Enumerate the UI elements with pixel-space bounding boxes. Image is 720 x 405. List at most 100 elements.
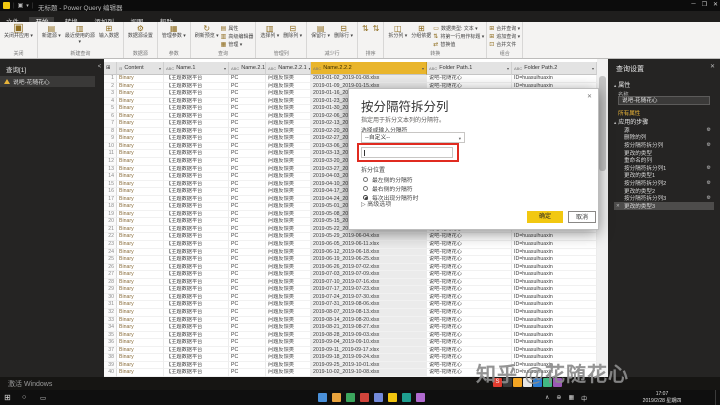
- cell-name221[interactable]: 问题反馈类: [266, 75, 311, 83]
- ribbon-button-advanced-editor[interactable]: ▥高级编辑器: [221, 32, 254, 40]
- cell-fp1[interactable]: 说吧-花随花心: [427, 347, 512, 355]
- cell-name1[interactable]: 【主题数据平台: [164, 233, 229, 241]
- cell-fp1[interactable]: 说吧-花随花心: [427, 279, 512, 287]
- gear-icon[interactable]: ⚙: [707, 165, 711, 171]
- table-corner-cell[interactable]: ⊞: [104, 62, 117, 75]
- cell-name21[interactable]: PC: [229, 324, 266, 332]
- search-icon[interactable]: ○: [22, 394, 26, 401]
- cell-content[interactable]: Binary: [117, 339, 164, 347]
- ribbon-button-choose-columns[interactable]: ▥选择列 ▾: [258, 23, 281, 41]
- cell-name21[interactable]: PC: [229, 233, 266, 241]
- cell-name221[interactable]: 问题反馈类: [266, 188, 311, 196]
- cell-name1[interactable]: 【主题数据平台: [164, 105, 229, 113]
- cell-name21[interactable]: PC: [229, 105, 266, 113]
- cell-name221[interactable]: 问题反馈类: [266, 226, 311, 234]
- cell-name1[interactable]: 【主题数据平台: [164, 241, 229, 249]
- cell-content[interactable]: Binary: [117, 249, 164, 257]
- ribbon-button-combine-files[interactable]: ⊡合并文件: [489, 40, 520, 48]
- cell-name222[interactable]: 2019-08-07_2019-08-13.xlsx: [311, 309, 427, 317]
- cell-name21[interactable]: PC: [229, 218, 266, 226]
- cell-name221[interactable]: 问题反馈类: [266, 264, 311, 272]
- cell-name221[interactable]: 问题反馈类: [266, 105, 311, 113]
- cell-name222[interactable]: 2019-09-11_2019-09-17.xlsx: [311, 347, 427, 355]
- cell-name21[interactable]: PC: [229, 317, 266, 325]
- cell-name21[interactable]: PC: [229, 143, 266, 151]
- cell-fp1[interactable]: 说吧-花随花心: [427, 271, 512, 279]
- cell-content[interactable]: Binary: [117, 286, 164, 294]
- cell-fp2[interactable]: ID=huasuihuaxin: [512, 309, 597, 317]
- cell-content[interactable]: Binary: [117, 128, 164, 136]
- cell-name21[interactable]: PC: [229, 90, 266, 98]
- column-header-fp2[interactable]: ABCFolder Path.2▾: [512, 62, 597, 75]
- cell-name222[interactable]: 2019-09-18_2019-09-24.xlsx: [311, 354, 427, 362]
- cell-name221[interactable]: 问题反馈类: [266, 135, 311, 143]
- filter-dropdown-icon[interactable]: ▾: [159, 66, 161, 71]
- cell-name1[interactable]: 【主题数据平台: [164, 339, 229, 347]
- cell-name21[interactable]: PC: [229, 196, 266, 204]
- cell-fp2[interactable]: ID=huasuihuaxin: [512, 264, 597, 272]
- cell-fp1[interactable]: 说吧-花随花心: [427, 286, 512, 294]
- cell-name221[interactable]: 问题反馈类: [266, 271, 311, 279]
- start-button[interactable]: ⊞: [4, 393, 11, 402]
- cell-name1[interactable]: 【主题数据平台: [164, 279, 229, 287]
- taskbar-clock[interactable]: 17:07 2019/2/28 星期四: [636, 391, 688, 404]
- cell-name1[interactable]: 【主题数据平台: [164, 98, 229, 106]
- radio-leftmost-delimiter[interactable]: 最左侧的分隔符: [363, 175, 413, 184]
- column-header-name21[interactable]: ABCName.2.1▾: [229, 62, 266, 75]
- cell-content[interactable]: Binary: [117, 181, 164, 189]
- cell-content[interactable]: Binary: [117, 362, 164, 370]
- cell-name1[interactable]: 【主题数据平台: [164, 264, 229, 272]
- ribbon-button-remove-rows[interactable]: ⊟删除行 ▾: [332, 23, 355, 41]
- cell-name221[interactable]: 问题反馈类: [266, 286, 311, 294]
- cell-content[interactable]: Binary: [117, 279, 164, 287]
- cell-content[interactable]: Binary: [117, 332, 164, 340]
- cell-name21[interactable]: PC: [229, 98, 266, 106]
- cell-fp1[interactable]: 说吧-花随花心: [427, 317, 512, 325]
- cell-content[interactable]: Binary: [117, 354, 164, 362]
- cell-name221[interactable]: 问题反馈类: [266, 90, 311, 98]
- cell-name21[interactable]: PC: [229, 339, 266, 347]
- cell-fp2[interactable]: ID=huasuihuaxin: [512, 294, 597, 302]
- gear-icon[interactable]: ⚙: [707, 127, 711, 133]
- cell-content[interactable]: Binary: [117, 271, 164, 279]
- cell-name221[interactable]: 问题反馈类: [266, 128, 311, 136]
- cell-name21[interactable]: PC: [229, 369, 266, 377]
- cell-fp2[interactable]: ID=huasuihuaxin: [512, 324, 597, 332]
- maximize-button[interactable]: ❐: [700, 1, 709, 8]
- taskbar-app-icon-2[interactable]: [346, 393, 355, 402]
- cell-name1[interactable]: 【主题数据平台: [164, 143, 229, 151]
- ribbon-button-close-and-apply[interactable]: ▣关闭并应用 ▾: [2, 23, 35, 41]
- cell-name21[interactable]: PC: [229, 309, 266, 317]
- cell-name1[interactable]: 【主题数据平台: [164, 120, 229, 128]
- cell-name1[interactable]: 【主题数据平台: [164, 128, 229, 136]
- cell-name221[interactable]: 问题反馈类: [266, 158, 311, 166]
- cell-name222[interactable]: 2019-06-05_2019-06-11.xlsx: [311, 241, 427, 249]
- cell-fp1[interactable]: 说吧-花随花心: [427, 324, 512, 332]
- properties-section-header[interactable]: ▴属性: [614, 80, 630, 89]
- cell-name21[interactable]: PC: [229, 226, 266, 234]
- cell-fp1[interactable]: 说吧-花随花心: [427, 233, 512, 241]
- cell-name1[interactable]: 【主题数据平台: [164, 369, 229, 377]
- cell-name21[interactable]: PC: [229, 279, 266, 287]
- cell-name222[interactable]: 2019-08-28_2019-09-03.xlsx: [311, 332, 427, 340]
- ribbon-button-remove-columns[interactable]: ⊟删除列 ▾: [281, 23, 304, 41]
- ribbon-button-split-column[interactable]: ◫拆分列 ▾: [386, 23, 409, 41]
- tray-icon-3[interactable]: 中: [581, 394, 587, 403]
- cell-content[interactable]: Binary: [117, 166, 164, 174]
- cell-name21[interactable]: PC: [229, 135, 266, 143]
- cell-name221[interactable]: 问题反馈类: [266, 256, 311, 264]
- cell-name221[interactable]: 问题反馈类: [266, 354, 311, 362]
- cell-name221[interactable]: 问题反馈类: [266, 309, 311, 317]
- cell-name21[interactable]: PC: [229, 271, 266, 279]
- cell-name1[interactable]: 【主题数据平台: [164, 211, 229, 219]
- cell-content[interactable]: Binary: [117, 173, 164, 181]
- cell-name221[interactable]: 问题反馈类: [266, 347, 311, 355]
- gear-icon[interactable]: ⚙: [707, 142, 711, 148]
- radio-rightmost-delimiter[interactable]: 最右侧的分隔符: [363, 184, 413, 193]
- cell-name221[interactable]: 问题反馈类: [266, 211, 311, 219]
- ribbon-button-keep-rows[interactable]: ▤保留行 ▾: [309, 23, 332, 41]
- taskbar-app-icon-1[interactable]: [332, 393, 341, 402]
- ribbon-button-manage-parameters[interactable]: ▦管理参数 ▾: [160, 23, 188, 41]
- cell-name21[interactable]: PC: [229, 128, 266, 136]
- cell-name1[interactable]: 【主题数据平台: [164, 249, 229, 257]
